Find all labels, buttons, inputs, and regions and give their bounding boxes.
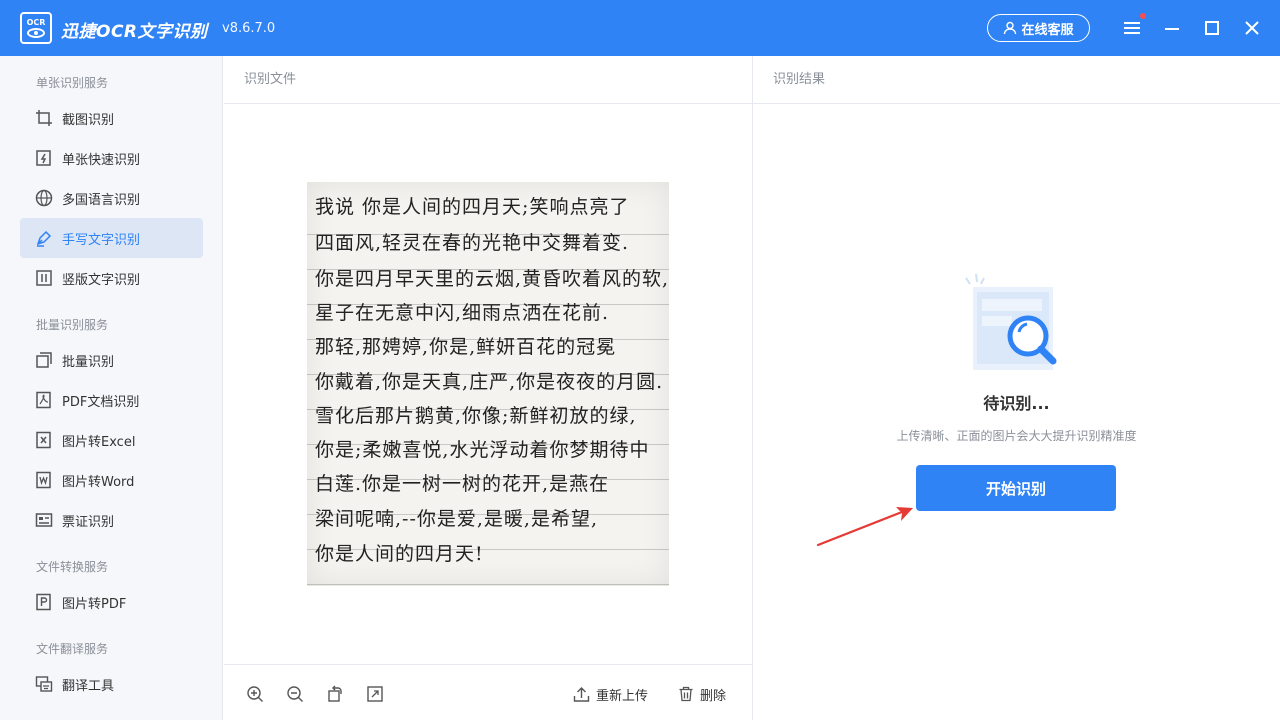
document-line: 你戴着,你是天真,庄严,你是夜夜的月圆. bbox=[315, 371, 664, 393]
sidebar-item-label: 单张快速识别 bbox=[62, 152, 141, 168]
document-line: 梁间呢喃,--你是爱,是暖,是希望, bbox=[315, 508, 598, 530]
sidebar-item-vertical-text-ocr[interactable]: 竖版文字识别 bbox=[20, 258, 203, 298]
quick-scan-icon bbox=[34, 148, 54, 168]
reupload-label: 重新上传 bbox=[596, 688, 649, 704]
vertical-text-icon bbox=[34, 268, 54, 288]
zoom-in-button[interactable] bbox=[244, 683, 266, 705]
zoom-out-button[interactable] bbox=[284, 683, 306, 705]
file-panel-header: 识别文件 bbox=[224, 56, 752, 104]
document-line: 那轻,那娉婷,你是,鲜妍百花的冠冕 bbox=[315, 336, 617, 358]
search-document-icon bbox=[965, 274, 1057, 370]
maximize-icon bbox=[1205, 21, 1219, 35]
online-support-button[interactable]: 在线客服 bbox=[987, 14, 1090, 42]
sidebar-item-label: 竖版文字识别 bbox=[62, 272, 141, 288]
sidebar-item-label: PDF文档识别 bbox=[62, 394, 140, 410]
upload-hint: 上传清晰、正面的图片会大大提升识别精准度 bbox=[896, 429, 1137, 443]
sidebar-item-label: 图片转Word bbox=[62, 474, 135, 490]
sidebar-item-multilingual-ocr[interactable]: 多国语言识别 bbox=[20, 178, 203, 218]
sidebar-item-screenshot-ocr[interactable]: 截图识别 bbox=[20, 98, 203, 138]
sidebar-item-translate-tool[interactable]: 翻译工具 bbox=[20, 664, 203, 704]
trash-icon bbox=[679, 686, 693, 702]
fit-screen-button[interactable] bbox=[364, 683, 386, 705]
translate-icon bbox=[34, 674, 54, 694]
app-title: 迅捷OCR文字识别 bbox=[61, 22, 208, 42]
sidebar-item-image-to-excel[interactable]: 图片转Excel bbox=[20, 420, 203, 460]
section-title-batch: 批量识别服务 bbox=[36, 318, 109, 332]
delete-button[interactable]: 删除 bbox=[678, 683, 726, 705]
upload-icon bbox=[573, 686, 590, 702]
sidebar-item-label: 手写文字识别 bbox=[62, 232, 141, 248]
red-arrow-annotation bbox=[816, 507, 913, 547]
document-line: 你是四月早天里的云烟,黄昏吹着风的软, bbox=[315, 268, 669, 290]
section-title-translate: 文件翻译服务 bbox=[36, 642, 109, 656]
fit-screen-icon bbox=[367, 686, 383, 702]
start-recognition-button[interactable]: 开始识别 bbox=[916, 465, 1116, 511]
online-support-label: 在线客服 bbox=[1021, 22, 1074, 38]
sidebar-item-label: 批量识别 bbox=[62, 354, 115, 370]
zoom-in-icon bbox=[247, 686, 263, 702]
sidebar: 单张识别服务 截图识别 单张快速识别 多国语言识别 手写文字识别 竖版文字识别 … bbox=[0, 56, 223, 720]
minimize-button[interactable] bbox=[1160, 16, 1184, 40]
document-line: 雪化后那片鹅黄,你像;新鲜初放的绿, bbox=[315, 405, 637, 427]
document-line: 你是人间的四月天! bbox=[315, 543, 484, 565]
document-line: 星子在无意中闪,细雨点洒在花前. bbox=[315, 302, 610, 324]
pdf-icon bbox=[34, 390, 54, 410]
sidebar-item-label: 图片转Excel bbox=[62, 434, 136, 450]
result-panel-header: 识别结果 bbox=[753, 56, 1280, 104]
document-line: 四面风,轻灵在春的光艳中交舞着变. bbox=[315, 232, 630, 254]
logo-text: OCR bbox=[26, 18, 46, 27]
uploaded-document-image: 我说 你是人间的四月天;笑响点亮了 四面风,轻灵在春的光艳中交舞着变. 你是四月… bbox=[307, 182, 669, 586]
close-button[interactable] bbox=[1240, 16, 1264, 40]
document-line: 你是;柔嫩喜悦,水光浮动着你梦期待中 bbox=[315, 439, 650, 461]
eye-icon bbox=[27, 28, 45, 38]
title-bar: OCR 迅捷OCR文字识别 v8.6.7.0 在线客服 bbox=[0, 0, 1280, 56]
reupload-button[interactable]: 重新上传 bbox=[573, 683, 648, 705]
sidebar-item-label: 图片转PDF bbox=[62, 596, 127, 612]
sidebar-item-image-to-pdf[interactable]: 图片转PDF bbox=[20, 582, 203, 622]
sidebar-item-label: 多国语言识别 bbox=[62, 192, 141, 208]
sidebar-item-ticket-ocr[interactable]: 票证识别 bbox=[20, 500, 203, 540]
sidebar-item-label: 截图识别 bbox=[62, 112, 115, 128]
delete-label: 删除 bbox=[700, 688, 727, 704]
pen-icon bbox=[34, 228, 54, 248]
word-icon bbox=[34, 470, 54, 490]
zoom-out-icon bbox=[287, 686, 303, 702]
hamburger-icon bbox=[1124, 22, 1140, 34]
document-line: 白莲.你是一树一树的花开,是燕在 bbox=[315, 473, 610, 495]
sidebar-item-label: 票证识别 bbox=[62, 514, 115, 530]
rotate-icon bbox=[328, 685, 342, 702]
section-title-convert: 文件转换服务 bbox=[36, 560, 109, 574]
file-toolbar: 重新上传 删除 bbox=[224, 664, 752, 720]
sidebar-item-quick-ocr[interactable]: 单张快速识别 bbox=[20, 138, 203, 178]
sidebar-item-handwriting-ocr[interactable]: 手写文字识别 bbox=[20, 218, 203, 258]
maximize-button[interactable] bbox=[1200, 16, 1224, 40]
image-to-pdf-icon bbox=[34, 592, 54, 612]
app-logo: OCR bbox=[20, 12, 52, 44]
app-version: v8.6.7.0 bbox=[222, 21, 276, 36]
section-title-single: 单张识别服务 bbox=[36, 76, 109, 90]
close-icon bbox=[1245, 21, 1259, 35]
excel-icon bbox=[34, 430, 54, 450]
menu-button[interactable] bbox=[1120, 13, 1146, 40]
user-icon bbox=[1004, 21, 1017, 35]
panel-divider bbox=[752, 56, 753, 720]
result-panel-title: 识别结果 bbox=[773, 72, 826, 87]
waiting-status: 待识别... bbox=[983, 394, 1050, 413]
sidebar-item-label: 翻译工具 bbox=[62, 678, 115, 694]
minimize-icon bbox=[1165, 28, 1179, 30]
sidebar-item-image-to-word[interactable]: 图片转Word bbox=[20, 460, 203, 500]
ticket-icon bbox=[34, 510, 54, 530]
batch-icon bbox=[34, 350, 54, 370]
document-line: 我说 你是人间的四月天;笑响点亮了 bbox=[315, 196, 630, 218]
rotate-button[interactable] bbox=[324, 683, 346, 705]
globe-icon bbox=[34, 188, 54, 208]
notification-dot bbox=[1140, 13, 1146, 19]
file-panel-title: 识别文件 bbox=[244, 72, 297, 87]
sidebar-item-pdf-ocr[interactable]: PDF文档识别 bbox=[20, 380, 203, 420]
sidebar-item-batch-ocr[interactable]: 批量识别 bbox=[20, 340, 203, 380]
crop-icon bbox=[34, 108, 54, 128]
